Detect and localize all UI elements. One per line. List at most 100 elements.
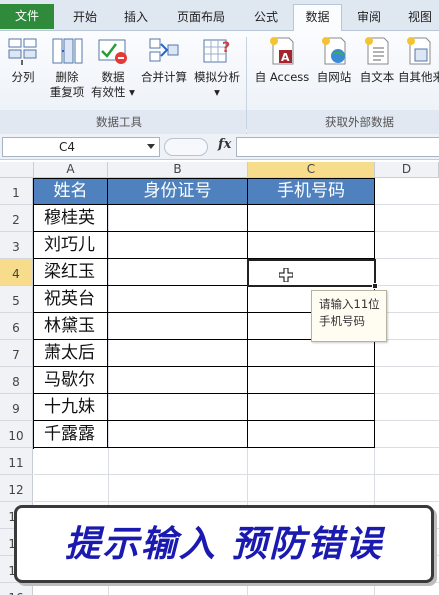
- phone-cell[interactable]: [248, 367, 375, 394]
- row-header-8[interactable]: 8: [0, 367, 33, 394]
- ribbon-panel: 分列 删除 重复项 数据 有效性 ▾ 合并计算 ? 模拟分析 ▾ A 自 Acc…: [0, 31, 439, 134]
- tab-page-layout[interactable]: 页面布局: [170, 5, 232, 31]
- tooltip-line-1: 请输入11位: [319, 297, 380, 311]
- remove-duplicates-button[interactable]: 删除 重复项: [46, 36, 88, 100]
- tab-file[interactable]: 文件: [0, 4, 54, 29]
- remove-duplicates-icon: [52, 38, 83, 64]
- from-text-label: 自文本: [359, 70, 395, 84]
- from-text-button[interactable]: 自文本: [356, 36, 398, 85]
- name-cell[interactable]: 马歇尔: [34, 367, 108, 394]
- column-header-a[interactable]: A: [34, 162, 108, 178]
- phone-cell[interactable]: [248, 394, 375, 421]
- tab-review[interactable]: 审阅: [347, 5, 391, 31]
- name-box-value: C4: [59, 140, 76, 154]
- validation-input-message: 请输入11位 手机号码: [311, 290, 387, 342]
- id-cell[interactable]: [108, 205, 248, 232]
- fx-icon[interactable]: fx: [218, 137, 231, 152]
- remove-duplicates-label-2: 重复项: [49, 85, 85, 99]
- id-cell[interactable]: [108, 394, 248, 421]
- from-access-label: 自 Access: [254, 70, 310, 84]
- id-cell[interactable]: [108, 313, 248, 340]
- text-to-columns-button[interactable]: 分列: [2, 36, 44, 85]
- data-validation-button[interactable]: 数据 有效性 ▾: [89, 36, 137, 100]
- from-text-icon: [365, 37, 389, 65]
- table-header-name[interactable]: 姓名: [34, 178, 108, 205]
- table-header-phone[interactable]: 手机号码: [248, 178, 375, 205]
- row-header-2[interactable]: 2: [0, 205, 33, 232]
- row-header-10[interactable]: 10: [0, 421, 33, 448]
- id-cell[interactable]: [108, 232, 248, 259]
- tab-insert[interactable]: 插入: [114, 5, 158, 31]
- row-header-16[interactable]: 16: [0, 583, 33, 595]
- consolidate-button[interactable]: 合并计算: [138, 36, 190, 85]
- phone-cell[interactable]: [248, 259, 375, 286]
- phone-cell[interactable]: [248, 205, 375, 232]
- id-cell[interactable]: [108, 340, 248, 367]
- svg-text:?: ?: [222, 40, 230, 56]
- phone-cell[interactable]: [248, 232, 375, 259]
- name-cell[interactable]: 十九妹: [34, 394, 108, 421]
- select-all-corner[interactable]: [0, 162, 34, 178]
- data-validation-label-1: 数据: [101, 70, 125, 84]
- row-header-11[interactable]: 11: [0, 448, 33, 475]
- fill-handle[interactable]: [372, 283, 378, 289]
- id-cell[interactable]: [108, 286, 248, 313]
- from-other-sources-button[interactable]: 自其他来: [398, 36, 439, 85]
- what-if-analysis-label: 模拟分析: [194, 70, 240, 84]
- tab-formulas[interactable]: 公式: [244, 5, 288, 31]
- row-header-6[interactable]: 6: [0, 313, 33, 340]
- row-header-7[interactable]: 7: [0, 340, 33, 367]
- name-box[interactable]: C4: [2, 137, 160, 157]
- column-header-b[interactable]: B: [108, 162, 248, 178]
- group-separator: [246, 37, 247, 129]
- formula-input[interactable]: [236, 137, 439, 157]
- cell-cursor-icon: [279, 268, 293, 282]
- column-header-d[interactable]: D: [375, 162, 439, 178]
- ribbon-tab-bar: 文件 开始 插入 页面布局 公式 数据 审阅 视图: [0, 0, 439, 31]
- tab-data[interactable]: 数据: [293, 4, 342, 31]
- phone-cell[interactable]: [248, 421, 375, 448]
- name-cell[interactable]: 千露露: [34, 421, 108, 448]
- what-if-analysis-button[interactable]: ? 模拟分析 ▾: [191, 36, 243, 100]
- formula-bar-handle[interactable]: [164, 138, 208, 156]
- column-header-c[interactable]: C: [248, 162, 375, 178]
- access-icon: A: [270, 37, 294, 65]
- row-header-3[interactable]: 3: [0, 232, 33, 259]
- caption-banner: 提示输入 预防错误: [14, 505, 434, 583]
- row-header-5[interactable]: 5: [0, 286, 33, 313]
- phone-cell[interactable]: [248, 340, 375, 367]
- name-cell[interactable]: 祝英台: [34, 286, 108, 313]
- tab-home[interactable]: 开始: [63, 5, 107, 31]
- tooltip-line-2: 手机号码: [319, 314, 365, 328]
- table-header-id[interactable]: 身份证号: [108, 178, 248, 205]
- group-label-data-tools: 数据工具: [96, 115, 142, 129]
- tab-view[interactable]: 视图: [398, 5, 439, 31]
- name-cell[interactable]: 刘巧儿: [34, 232, 108, 259]
- from-other-sources-label: 自其他来: [398, 70, 439, 84]
- what-if-analysis-icon: ?: [203, 39, 230, 63]
- text-to-columns-icon: [8, 38, 37, 65]
- consolidate-icon: [149, 38, 179, 62]
- row-header-4[interactable]: 4: [0, 259, 33, 286]
- row-header-9[interactable]: 9: [0, 394, 33, 421]
- remove-duplicates-label-1: 删除: [55, 70, 79, 84]
- data-validation-label-2: 有效性 ▾: [91, 85, 135, 99]
- name-cell[interactable]: 梁红玉: [34, 259, 108, 286]
- id-cell[interactable]: [108, 367, 248, 394]
- from-access-button[interactable]: A 自 Access: [252, 36, 312, 85]
- row-header-1[interactable]: 1: [0, 178, 33, 205]
- svg-text:A: A: [281, 51, 290, 64]
- chevron-down-icon[interactable]: [147, 144, 155, 149]
- formula-bar: C4 fx: [0, 134, 439, 160]
- id-cell[interactable]: [108, 421, 248, 448]
- name-cell[interactable]: 林黛玉: [34, 313, 108, 340]
- row-header-12[interactable]: 12: [0, 475, 33, 502]
- data-validation-icon: [98, 39, 127, 64]
- from-web-icon: [322, 37, 346, 65]
- what-if-analysis-dropdown: ▾: [214, 85, 220, 99]
- id-cell[interactable]: [108, 259, 248, 286]
- name-cell[interactable]: 萧太后: [34, 340, 108, 367]
- consolidate-label: 合并计算: [141, 70, 187, 84]
- name-cell[interactable]: 穆桂英: [34, 205, 108, 232]
- from-web-button[interactable]: 自网站: [313, 36, 355, 85]
